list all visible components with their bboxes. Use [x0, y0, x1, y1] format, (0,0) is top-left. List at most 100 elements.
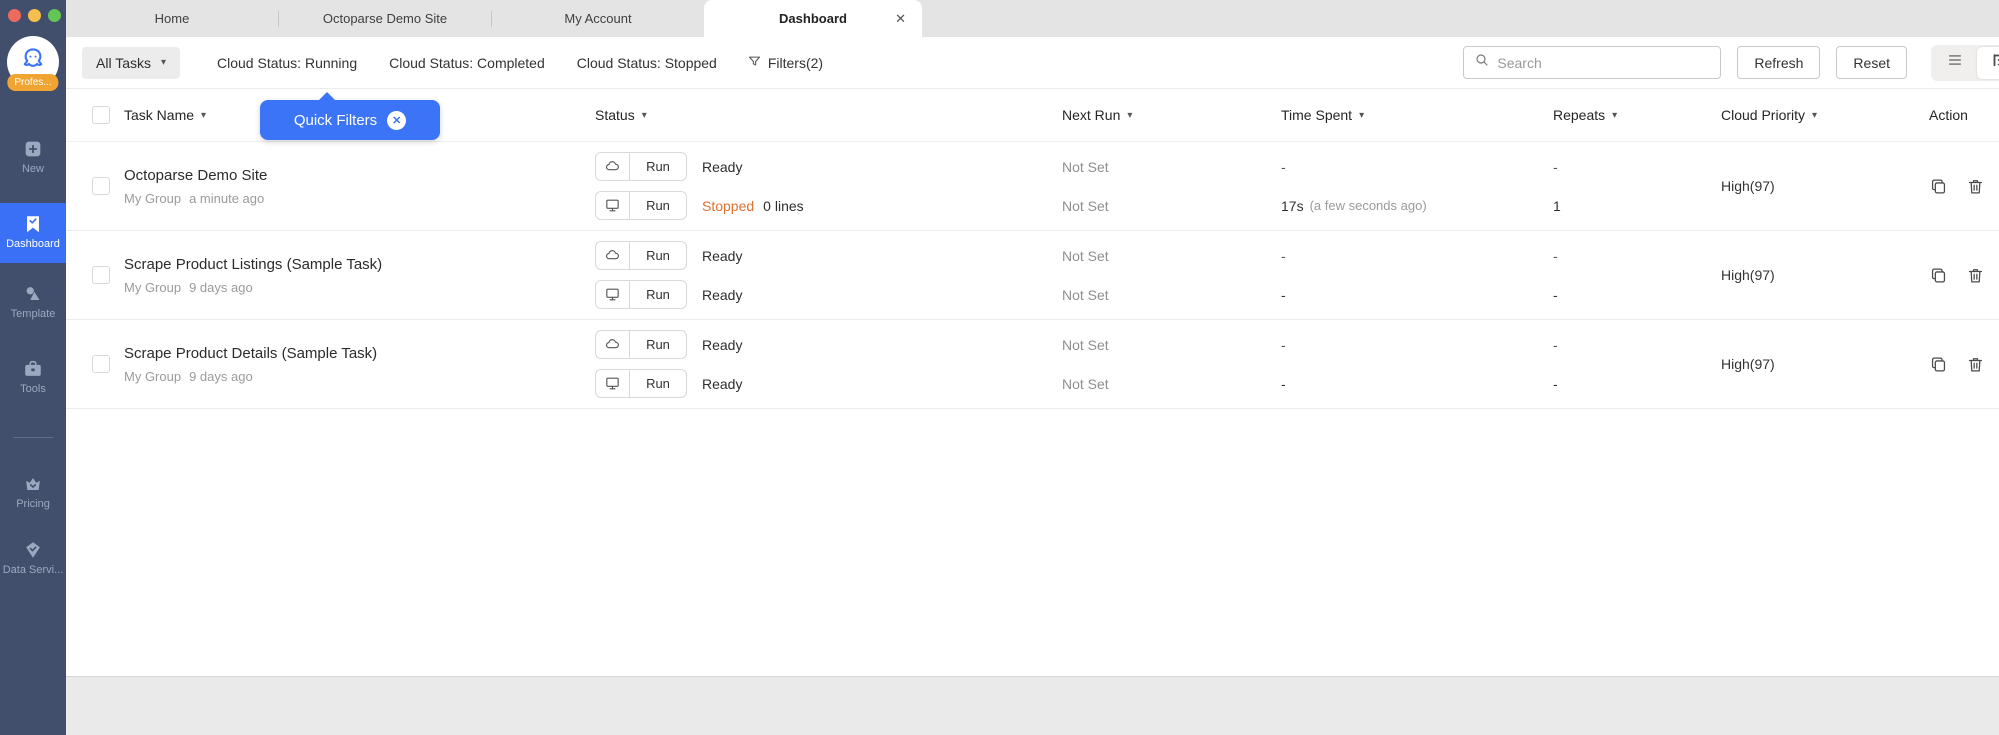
task-name-cell: Scrape Product Details (Sample Task) My … [124, 345, 595, 384]
task-group-dropdown-value: All Tasks [96, 54, 151, 71]
sidebar-item-data-service[interactable]: Data Servi... [0, 539, 66, 576]
tab-home[interactable]: Home [66, 0, 278, 37]
remove-quick-filter-icon[interactable]: ✕ [387, 110, 407, 130]
task-table-body: Octoparse Demo Site My Group a minute ago… [66, 142, 1999, 409]
search-input[interactable] [1497, 54, 1711, 71]
repeats-value: - [1553, 336, 1558, 353]
close-tab-icon[interactable]: ✕ [895, 11, 906, 27]
status-text: Ready [702, 286, 743, 303]
run-button-label[interactable]: Run [630, 281, 686, 308]
maximize-window-button[interactable] [48, 9, 61, 22]
run-button-label[interactable]: Run [630, 370, 686, 397]
tab-label: Dashboard [779, 11, 847, 26]
delete-task-icon[interactable] [1966, 355, 1985, 374]
search-box [1463, 46, 1722, 79]
task-subtitle: My Group 9 days ago [124, 280, 595, 295]
minimize-window-button[interactable] [28, 9, 41, 22]
close-window-button[interactable] [8, 9, 21, 22]
run-button-label[interactable]: Run [630, 242, 686, 269]
sidebar-item-template[interactable]: Template [0, 283, 66, 320]
column-header-next-run[interactable]: Next Run ▾ [1062, 107, 1281, 123]
list-view-button[interactable] [1933, 47, 1977, 79]
column-label: Cloud Priority [1721, 107, 1806, 123]
reset-button[interactable]: Reset [1836, 46, 1907, 79]
run-button-label[interactable]: Run [630, 331, 686, 358]
tab-label: My Account [564, 11, 632, 26]
diamond-check-icon [0, 539, 66, 561]
briefcase-icon [0, 358, 66, 380]
tab-label: Octoparse Demo Site [322, 11, 448, 26]
duplicate-task-icon[interactable] [1929, 177, 1948, 196]
filters-button[interactable]: Filters(2) [747, 54, 823, 72]
delete-task-icon[interactable] [1966, 266, 1985, 285]
refresh-button[interactable]: Refresh [1737, 46, 1821, 79]
local-run-button[interactable]: Run [595, 280, 687, 309]
status-text: Ready [702, 336, 743, 353]
time-spent-value: - [1281, 286, 1286, 303]
sidebar-item-tools[interactable]: Tools [0, 358, 66, 395]
sidebar-item-label: Pricing [16, 498, 50, 510]
window-controls [8, 9, 61, 22]
duplicate-task-icon[interactable] [1929, 266, 1948, 285]
task-group: My Group [124, 279, 182, 295]
column-header-time-spent[interactable]: Time Spent ▾ [1281, 107, 1553, 123]
sidebar-item-pricing[interactable]: Pricing [0, 473, 66, 510]
delete-task-icon[interactable] [1966, 177, 1985, 196]
repeats-value: - [1553, 158, 1558, 175]
duplicate-task-icon[interactable] [1929, 355, 1948, 374]
task-title[interactable]: Scrape Product Details (Sample Task) [124, 345, 595, 362]
monitor-icon [596, 192, 630, 219]
cloud-run-button[interactable]: Run [595, 152, 687, 181]
monitor-icon [596, 370, 630, 397]
next-run-value: Not Set [1062, 158, 1109, 175]
table-row: Scrape Product Listings (Sample Task) My… [66, 231, 1999, 320]
repeats-value: - [1553, 286, 1558, 303]
cloud-run-button[interactable]: Run [595, 241, 687, 270]
task-group-dropdown[interactable]: All Tasks ▾ [82, 46, 181, 79]
tab-octoparse-demo-site[interactable]: Octoparse Demo Site [279, 0, 491, 37]
task-last-edited: a minute ago [189, 190, 265, 206]
main-area: Home Octoparse Demo Site My Account Dash… [66, 0, 1999, 735]
status-cell: Run Ready Run Ready [595, 320, 1062, 408]
filter-bar-right: Refresh Reset [1463, 44, 1999, 81]
status-text: Ready [702, 158, 743, 175]
sidebar-item-label: New [21, 163, 44, 175]
sidebar-item-label: Template [10, 308, 56, 320]
filter-link-cloud-running[interactable]: Cloud Status: Running [217, 55, 357, 71]
column-label: Next Run [1062, 107, 1121, 123]
cloud-icon [596, 153, 630, 180]
row-checkbox[interactable] [92, 266, 110, 284]
action-cell [1929, 177, 1999, 196]
group-view-button[interactable] [1977, 46, 1999, 79]
time-spent-value: - [1281, 247, 1286, 264]
filter-link-cloud-stopped[interactable]: Cloud Status: Stopped [577, 55, 717, 71]
run-button-label[interactable]: Run [630, 192, 686, 219]
repeats-value: 1 [1553, 197, 1561, 214]
sidebar-item-new[interactable]: New [0, 138, 66, 175]
local-run-button[interactable]: Run [595, 369, 687, 398]
monitor-icon [596, 281, 630, 308]
status-text: Stopped [702, 197, 755, 214]
sidebar-item-dashboard[interactable]: Dashboard [0, 203, 66, 263]
next-run-value: Not Set [1062, 336, 1109, 353]
status-cell: Run Ready Run Stopped 0 lines [595, 142, 1062, 230]
column-header-status[interactable]: Status ▾ [595, 107, 1062, 123]
quick-filters-pill[interactable]: Quick Filters ✕ [260, 92, 440, 140]
tab-dashboard[interactable]: Dashboard ✕ [704, 0, 922, 37]
filter-link-cloud-completed[interactable]: Cloud Status: Completed [389, 55, 545, 71]
local-run-button[interactable]: Run [595, 191, 687, 220]
select-all-checkbox[interactable] [92, 106, 110, 124]
task-title[interactable]: Scrape Product Listings (Sample Task) [124, 256, 595, 273]
column-header-repeats[interactable]: Repeats ▾ [1553, 107, 1721, 123]
column-header-cloud-priority[interactable]: Cloud Priority ▾ [1721, 107, 1929, 123]
cloud-icon [596, 331, 630, 358]
next-run-value: Not Set [1062, 286, 1109, 303]
column-label: Time Spent [1281, 107, 1353, 123]
cloud-run-button[interactable]: Run [595, 330, 687, 359]
task-title[interactable]: Octoparse Demo Site [124, 167, 595, 184]
tab-my-account[interactable]: My Account [492, 0, 704, 37]
plan-badge[interactable]: Profes... [7, 74, 59, 91]
run-button-label[interactable]: Run [630, 153, 686, 180]
row-checkbox[interactable] [92, 355, 110, 373]
row-checkbox[interactable] [92, 177, 110, 195]
